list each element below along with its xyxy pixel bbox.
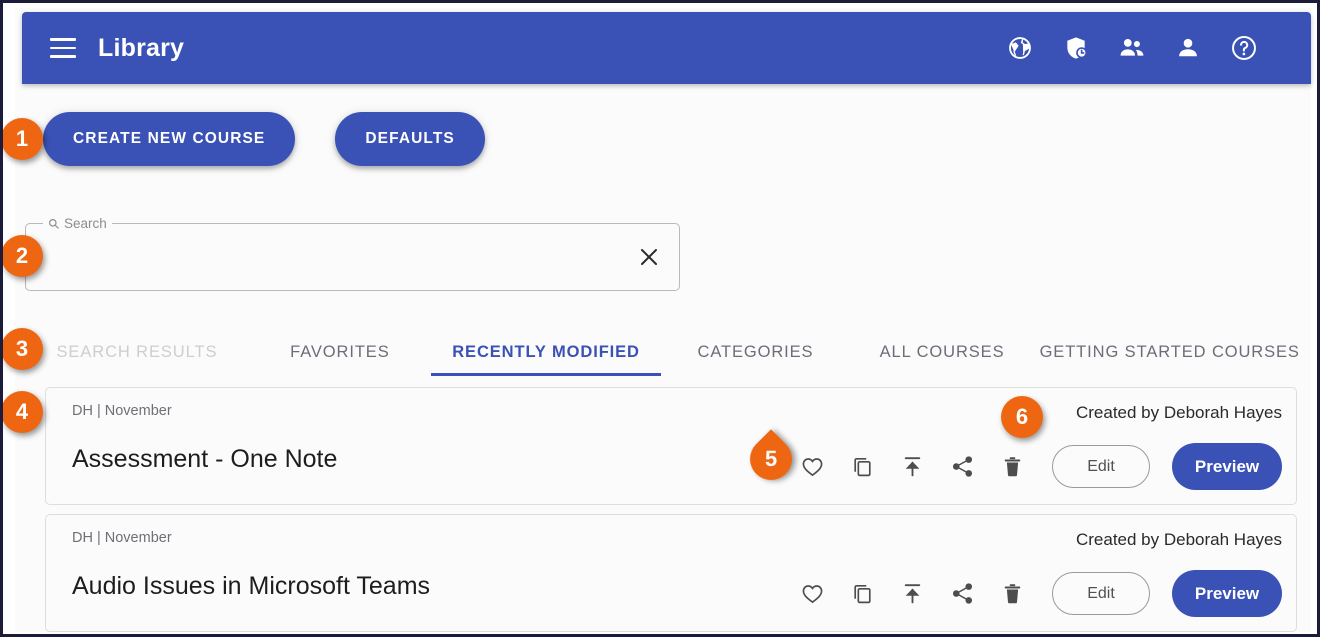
course-card[interactable]: DH | November Audio Issues in Microsoft … bbox=[45, 514, 1297, 632]
library-app: Library CREATE NEW COURSE DEFAULTS Searc… bbox=[3, 8, 1311, 632]
share-icon[interactable] bbox=[948, 453, 976, 481]
shield-clock-icon[interactable] bbox=[1061, 33, 1091, 63]
card-action-bar: Edit Preview bbox=[798, 570, 1282, 617]
header-actions bbox=[1005, 33, 1259, 63]
copy-icon[interactable] bbox=[848, 453, 876, 481]
globe-icon[interactable] bbox=[1005, 33, 1035, 63]
people-icon[interactable] bbox=[1117, 33, 1147, 63]
heart-icon[interactable] bbox=[798, 580, 826, 608]
tab-getting-started-courses[interactable]: GETTING STARTED COURSES bbox=[1034, 328, 1305, 376]
tab-favorites[interactable]: FAVORITES bbox=[249, 328, 431, 376]
create-new-course-button[interactable]: CREATE NEW COURSE bbox=[43, 112, 296, 166]
callout-badge-4: 4 bbox=[3, 391, 43, 433]
card-title: Audio Issues in Microsoft Teams bbox=[72, 572, 431, 600]
tab-categories[interactable]: CATEGORIES bbox=[661, 328, 849, 376]
defaults-button[interactable]: DEFAULTS bbox=[335, 112, 485, 166]
hamburger-menu-icon[interactable] bbox=[50, 38, 76, 58]
tab-all-courses[interactable]: ALL COURSES bbox=[850, 328, 1035, 376]
callout-badge-6: 6 bbox=[1001, 396, 1043, 438]
callout-badge-2: 2 bbox=[3, 235, 43, 277]
tab-search-results[interactable]: SEARCH RESULTS bbox=[25, 328, 249, 376]
share-icon[interactable] bbox=[948, 580, 976, 608]
publish-icon[interactable] bbox=[898, 580, 926, 608]
course-list: DH | November Assessment - One Note Crea… bbox=[45, 387, 1297, 634]
trash-icon[interactable] bbox=[998, 453, 1026, 481]
card-meta: DH | November bbox=[72, 403, 172, 419]
trash-icon[interactable] bbox=[998, 580, 1026, 608]
card-action-bar: Edit Preview bbox=[798, 443, 1282, 490]
search-input[interactable] bbox=[43, 233, 623, 279]
card-author: Created by Deborah Hayes bbox=[1075, 403, 1282, 422]
callout-badge-1: 1 bbox=[3, 118, 43, 160]
search-label-text: Search bbox=[64, 215, 107, 231]
screenshot-frame: Library CREATE NEW COURSE DEFAULTS Searc… bbox=[0, 0, 1320, 637]
edit-button[interactable]: Edit bbox=[1052, 445, 1150, 488]
close-icon[interactable] bbox=[634, 242, 664, 272]
heart-icon[interactable] bbox=[798, 453, 826, 481]
tab-recently-modified[interactable]: RECENTLY MODIFIED bbox=[430, 328, 662, 376]
search-container: Search bbox=[25, 214, 680, 291]
card-author: Created by Deborah Hayes bbox=[1075, 530, 1282, 549]
publish-icon[interactable] bbox=[898, 453, 926, 481]
person-icon[interactable] bbox=[1173, 33, 1203, 63]
toolbar-actions: CREATE NEW COURSE DEFAULTS bbox=[43, 112, 485, 166]
edit-button[interactable]: Edit bbox=[1052, 572, 1150, 615]
copy-icon[interactable] bbox=[848, 580, 876, 608]
help-icon[interactable] bbox=[1229, 33, 1259, 63]
card-title: Assessment - One Note bbox=[72, 445, 338, 473]
search-label: Search bbox=[43, 214, 112, 232]
app-header: Library bbox=[22, 12, 1311, 84]
course-card[interactable]: DH | November Assessment - One Note Crea… bbox=[45, 387, 1297, 505]
preview-button[interactable]: Preview bbox=[1172, 570, 1282, 617]
search-icon bbox=[48, 218, 59, 229]
preview-button[interactable]: Preview bbox=[1172, 443, 1282, 490]
tab-bar: SEARCH RESULTS FAVORITES RECENTLY MODIFI… bbox=[25, 328, 1305, 376]
callout-badge-3: 3 bbox=[3, 328, 43, 370]
card-meta: DH | November bbox=[72, 530, 172, 546]
page-title: Library bbox=[98, 33, 185, 62]
